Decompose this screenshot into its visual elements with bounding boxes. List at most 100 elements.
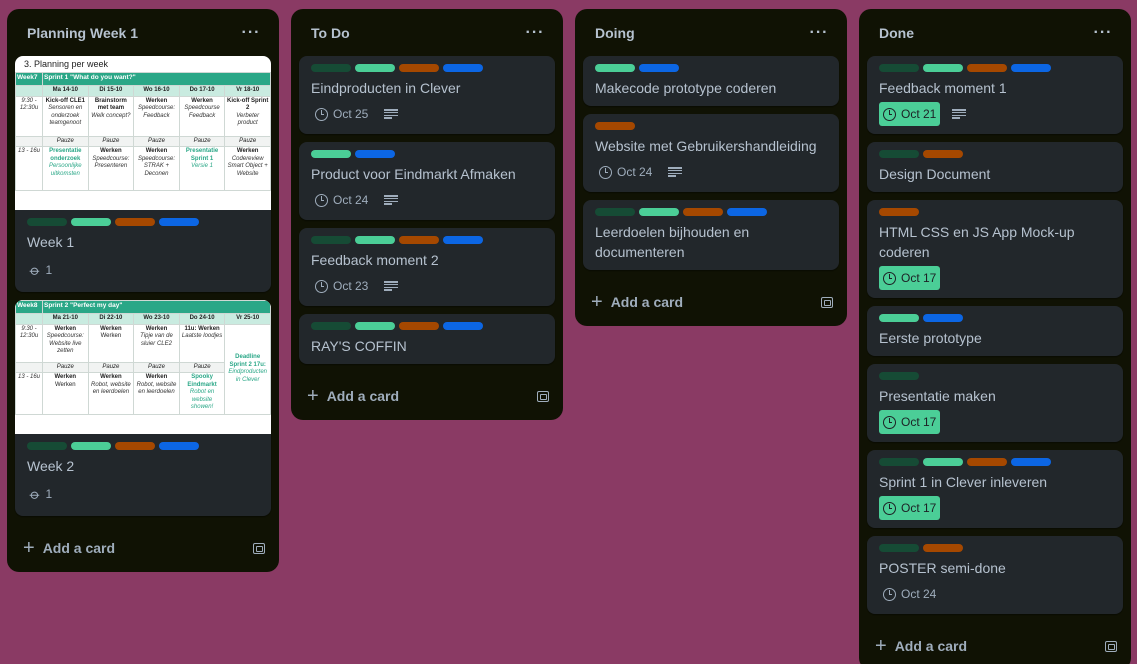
card-labels[interactable] bbox=[879, 544, 1111, 552]
label-blue[interactable] bbox=[443, 236, 483, 244]
label-green[interactable] bbox=[355, 236, 395, 244]
template-icon[interactable] bbox=[1105, 640, 1117, 652]
more-icon[interactable]: ··· bbox=[235, 17, 267, 49]
list-title[interactable]: Done bbox=[879, 25, 914, 41]
add-card-button[interactable]: + Add a card bbox=[307, 386, 399, 406]
due-date-badge[interactable]: Oct 24 bbox=[595, 160, 656, 184]
label-dark-green[interactable] bbox=[595, 208, 635, 216]
template-icon[interactable] bbox=[253, 542, 265, 554]
card[interactable]: Design Document bbox=[867, 142, 1123, 192]
label-dark-green[interactable] bbox=[879, 544, 919, 552]
label-dark-green[interactable] bbox=[27, 218, 67, 226]
label-blue[interactable] bbox=[1011, 64, 1051, 72]
label-blue[interactable] bbox=[443, 322, 483, 330]
label-dark-green[interactable] bbox=[879, 372, 919, 380]
card[interactable]: Website met Gebruikershandleiding Oct 24 bbox=[583, 114, 839, 192]
label-blue[interactable] bbox=[639, 64, 679, 72]
card[interactable]: Sprint 1 in Clever inleveren Oct 17 bbox=[867, 450, 1123, 528]
card-week-2[interactable]: Week8 Sprint 2 "Perfect my day" Ma 21-10 … bbox=[15, 300, 271, 516]
due-date-badge-complete[interactable]: Oct 21 bbox=[879, 102, 941, 126]
card[interactable]: Leerdoelen bijhouden en documenteren bbox=[583, 200, 839, 270]
label-blue[interactable] bbox=[1011, 458, 1051, 466]
card[interactable]: Feedback moment 2 Oct 23 bbox=[299, 228, 555, 306]
label-blue[interactable] bbox=[923, 314, 963, 322]
label-orange[interactable] bbox=[399, 64, 439, 72]
label-dark-green[interactable] bbox=[27, 442, 67, 450]
label-orange[interactable] bbox=[923, 150, 963, 158]
template-icon[interactable] bbox=[537, 390, 549, 402]
label-orange[interactable] bbox=[967, 64, 1007, 72]
card[interactable]: Feedback moment 1 Oct 21 bbox=[867, 56, 1123, 134]
label-green[interactable] bbox=[311, 150, 351, 158]
card-labels[interactable] bbox=[27, 442, 259, 450]
more-icon[interactable]: ··· bbox=[519, 17, 551, 49]
label-orange[interactable] bbox=[923, 544, 963, 552]
card-labels[interactable] bbox=[311, 150, 543, 158]
list-title[interactable]: To Do bbox=[311, 25, 350, 41]
label-orange[interactable] bbox=[115, 442, 155, 450]
card-week-1[interactable]: 3. Planning per week Week7 Sprint 1 "What… bbox=[15, 56, 271, 292]
due-date-badge[interactable]: Oct 24 bbox=[879, 582, 940, 606]
label-orange[interactable] bbox=[967, 458, 1007, 466]
card-labels[interactable] bbox=[595, 208, 827, 216]
card-labels[interactable] bbox=[879, 372, 1111, 380]
label-orange[interactable] bbox=[115, 218, 155, 226]
label-blue[interactable] bbox=[159, 442, 199, 450]
card-labels[interactable] bbox=[311, 322, 543, 330]
label-green[interactable] bbox=[923, 64, 963, 72]
due-date-badge-complete[interactable]: Oct 17 bbox=[879, 496, 941, 520]
due-date-badge[interactable]: Oct 23 bbox=[311, 274, 372, 298]
card-labels[interactable] bbox=[595, 122, 827, 130]
card[interactable]: HTML CSS en JS App Mock-up coderen Oct 1… bbox=[867, 200, 1123, 298]
more-icon[interactable]: ··· bbox=[803, 17, 835, 49]
card[interactable]: Eindproducten in Clever Oct 25 bbox=[299, 56, 555, 134]
label-orange[interactable] bbox=[399, 322, 439, 330]
label-dark-green[interactable] bbox=[311, 322, 351, 330]
card[interactable]: Makecode prototype coderen bbox=[583, 56, 839, 106]
label-dark-green[interactable] bbox=[311, 236, 351, 244]
card[interactable]: Presentatie maken Oct 17 bbox=[867, 364, 1123, 442]
label-green[interactable] bbox=[923, 458, 963, 466]
card[interactable]: Eerste prototype bbox=[867, 306, 1123, 356]
add-card-button[interactable]: + Add a card bbox=[591, 292, 683, 312]
label-orange[interactable] bbox=[879, 208, 919, 216]
more-icon[interactable]: ··· bbox=[1087, 17, 1119, 49]
card[interactable]: POSTER semi-done Oct 24 bbox=[867, 536, 1123, 614]
label-blue[interactable] bbox=[443, 64, 483, 72]
due-date-badge-complete[interactable]: Oct 17 bbox=[879, 410, 941, 434]
list-title[interactable]: Planning Week 1 bbox=[27, 25, 138, 41]
label-blue[interactable] bbox=[159, 218, 199, 226]
card-labels[interactable] bbox=[879, 458, 1111, 466]
label-orange[interactable] bbox=[595, 122, 635, 130]
card[interactable]: RAY'S COFFIN bbox=[299, 314, 555, 364]
due-date-badge-complete[interactable]: Oct 17 bbox=[879, 266, 941, 290]
label-green[interactable] bbox=[595, 64, 635, 72]
template-icon[interactable] bbox=[821, 296, 833, 308]
card-labels[interactable] bbox=[595, 64, 827, 72]
label-green[interactable] bbox=[639, 208, 679, 216]
card-labels[interactable] bbox=[311, 64, 543, 72]
label-dark-green[interactable] bbox=[311, 64, 351, 72]
label-orange[interactable] bbox=[399, 236, 439, 244]
card-labels[interactable] bbox=[879, 208, 1111, 216]
label-green[interactable] bbox=[355, 64, 395, 72]
due-date-badge[interactable]: Oct 24 bbox=[311, 188, 372, 212]
label-dark-green[interactable] bbox=[879, 150, 919, 158]
card-labels[interactable] bbox=[311, 236, 543, 244]
label-orange[interactable] bbox=[683, 208, 723, 216]
label-dark-green[interactable] bbox=[879, 458, 919, 466]
label-green[interactable] bbox=[71, 442, 111, 450]
card-labels[interactable] bbox=[879, 64, 1111, 72]
list-title[interactable]: Doing bbox=[595, 25, 635, 41]
card-labels[interactable] bbox=[27, 218, 259, 226]
add-card-button[interactable]: + Add a card bbox=[23, 538, 115, 558]
card-labels[interactable] bbox=[879, 150, 1111, 158]
card[interactable]: Product voor Eindmarkt Afmaken Oct 24 bbox=[299, 142, 555, 220]
card-labels[interactable] bbox=[879, 314, 1111, 322]
add-card-button[interactable]: + Add a card bbox=[875, 636, 967, 656]
label-green[interactable] bbox=[355, 322, 395, 330]
label-dark-green[interactable] bbox=[879, 64, 919, 72]
label-green[interactable] bbox=[879, 314, 919, 322]
label-green[interactable] bbox=[71, 218, 111, 226]
label-blue[interactable] bbox=[355, 150, 395, 158]
